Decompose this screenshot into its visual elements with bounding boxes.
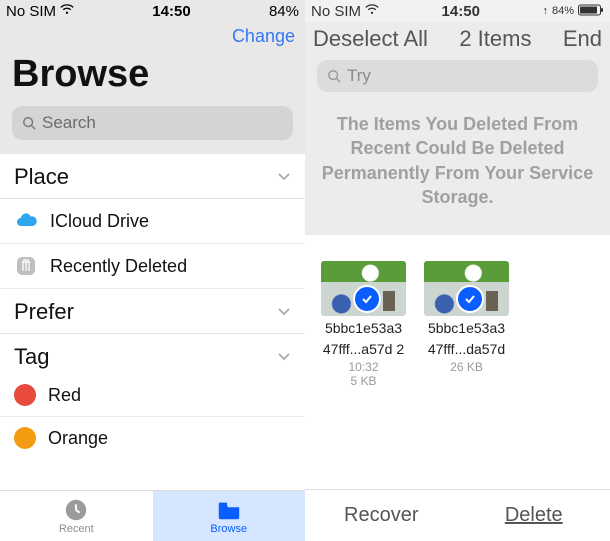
- file-thumbnail: [424, 261, 509, 316]
- status-battery: 84%: [269, 3, 299, 20]
- tag-row-orange[interactable]: Orange: [0, 417, 305, 459]
- section-place[interactable]: Place: [0, 154, 305, 199]
- tag-dot-orange: [14, 427, 36, 449]
- selected-check-icon: [456, 285, 484, 313]
- place-row-recently-deleted[interactable]: Recently Deleted: [0, 244, 305, 289]
- chevron-down-icon: [277, 307, 291, 317]
- wifi-icon: [365, 3, 379, 20]
- deselect-all-button[interactable]: Deselect All: [313, 26, 428, 52]
- tab-bar: Recent Browse: [0, 490, 305, 541]
- file-item[interactable]: 5bbc1e53a3 47fff...da57d 26 KB: [424, 261, 509, 388]
- file-thumbnail: [321, 261, 406, 316]
- wifi-icon: [60, 3, 74, 20]
- tab-browse[interactable]: Browse: [153, 491, 306, 541]
- battery-icon: [578, 3, 604, 20]
- search-input[interactable]: Try: [317, 60, 598, 92]
- chevron-down-icon: [277, 172, 291, 182]
- status-bar: No SIM 14:50 84%: [0, 0, 305, 22]
- selection-count: 2 Items: [459, 26, 531, 52]
- recover-button[interactable]: Recover: [305, 490, 458, 541]
- change-link[interactable]: Change: [232, 26, 295, 47]
- file-item[interactable]: 5bbc1e53a3 47fff...a57d 2 10:32 5 KB: [321, 261, 406, 388]
- clock-icon: [62, 497, 90, 523]
- selected-check-icon: [353, 285, 381, 313]
- folder-icon: [215, 497, 243, 523]
- tag-row-red[interactable]: Red: [0, 374, 305, 417]
- info-message: The Items You Deleted From Recent Could …: [305, 104, 610, 235]
- carrier-text: No SIM: [311, 3, 361, 20]
- end-button[interactable]: End: [563, 26, 602, 52]
- delete-button[interactable]: Delete: [458, 490, 610, 541]
- section-tag[interactable]: Tag: [0, 334, 305, 374]
- status-time: 14:50: [152, 3, 190, 20]
- search-icon: [22, 116, 36, 130]
- carrier-text: No SIM: [6, 3, 56, 20]
- section-prefer[interactable]: Prefer: [0, 289, 305, 334]
- search-input[interactable]: Search: [12, 106, 293, 140]
- cloud-icon: [14, 209, 38, 233]
- tab-recent[interactable]: Recent: [0, 491, 153, 541]
- search-placeholder: Search: [42, 113, 96, 133]
- place-row-icloud[interactable]: ICloud Drive: [0, 199, 305, 244]
- search-icon: [327, 69, 341, 83]
- page-title: Browse: [0, 47, 305, 106]
- search-placeholder: Try: [347, 66, 371, 86]
- status-time: 14:50: [442, 3, 480, 20]
- action-bar: Recover Delete: [305, 489, 610, 541]
- trash-icon: [14, 254, 38, 278]
- tag-dot-red: [14, 384, 36, 406]
- status-bar: No SIM 14:50 ↑ 84%: [305, 0, 610, 22]
- chevron-down-icon: [277, 352, 291, 362]
